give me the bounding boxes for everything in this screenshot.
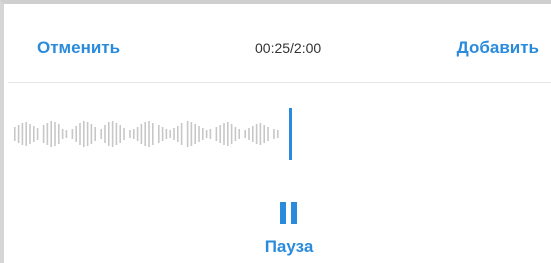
- waveform-bar: [205, 130, 208, 138]
- waveform-bar: [115, 123, 118, 145]
- waveform-bar: [259, 123, 262, 145]
- waveform-bar: [255, 124, 258, 144]
- waveform-bar: [71, 129, 74, 139]
- waveform-bar: [165, 129, 168, 139]
- waveform-bar: [238, 129, 240, 139]
- waveform-bar: [194, 124, 196, 144]
- waveform-bar: [198, 126, 200, 142]
- waveform-bar: [148, 121, 150, 147]
- waveform-bar: [273, 129, 275, 139]
- waveform-bar: [17, 125, 20, 143]
- waveform-bar: [21, 123, 24, 145]
- waveform-bar: [161, 127, 164, 141]
- waveform-bar: [248, 128, 250, 140]
- waveform-bar: [252, 126, 254, 142]
- waveform-bar: [177, 126, 179, 142]
- waveform-bar: [75, 126, 77, 142]
- waveform-bar: [230, 124, 233, 144]
- waveform-bar: [79, 123, 81, 145]
- waveform-bar: [144, 122, 146, 146]
- waveform-bar: [223, 123, 225, 145]
- waveform-bar: [234, 127, 237, 141]
- waveform-bar: [173, 128, 175, 140]
- waveform-bar: [111, 121, 114, 147]
- waveform-bar: [108, 122, 110, 146]
- waveform-bar: [169, 130, 171, 138]
- cancel-button[interactable]: Отменить: [37, 38, 120, 58]
- waveform-bar: [133, 129, 135, 139]
- waveform-bar: [244, 130, 246, 138]
- pause-icon-left: [280, 202, 286, 224]
- waveform-bar: [219, 125, 221, 143]
- waveform-bar: [180, 123, 183, 145]
- waveform-bar: [277, 130, 279, 138]
- waveform-bars: [14, 121, 279, 147]
- waveform-svg: [14, 108, 292, 160]
- waveform-bar: [94, 127, 96, 141]
- recording-timer: 00:25/2:00: [255, 40, 322, 56]
- waveform-bar: [83, 121, 85, 147]
- waveform-bar: [61, 129, 64, 139]
- waveform-bar: [90, 124, 93, 144]
- waveform-bar: [202, 128, 204, 140]
- add-button[interactable]: Добавить: [457, 38, 539, 58]
- waveform-bar: [42, 125, 45, 143]
- waveform-bar: [100, 129, 102, 139]
- waveform-bar: [25, 122, 27, 146]
- waveform: [8, 84, 551, 194]
- waveform-bar: [267, 127, 269, 141]
- waveform-bar: [227, 122, 229, 146]
- waveform-bar: [46, 123, 49, 145]
- waveform-bar: [140, 124, 143, 144]
- waveform-bar: [54, 122, 56, 146]
- waveform-bar: [263, 125, 265, 143]
- pause-button[interactable]: [278, 200, 300, 228]
- waveform-bar: [158, 125, 160, 143]
- waveform-bar: [136, 127, 139, 141]
- waveform-bar: [190, 122, 193, 146]
- waveform-bar: [209, 129, 212, 139]
- waveform-bar: [129, 130, 131, 138]
- waveform-bar: [123, 128, 125, 140]
- waveform-bar: [119, 125, 121, 143]
- waveform-bar: [14, 127, 16, 141]
- waveform-bar: [104, 125, 106, 143]
- waveform-bar: [58, 124, 60, 144]
- waveform-bar: [33, 126, 35, 142]
- waveform-bar: [50, 121, 52, 147]
- recorder-panel: Отменить 00:25/2:00 Добавить Пауза: [0, 0, 551, 263]
- playhead-cursor: [289, 108, 292, 160]
- waveform-bar: [186, 121, 189, 147]
- pause-icon-right: [291, 202, 297, 224]
- waveform-bar: [215, 127, 218, 141]
- waveform-bar: [65, 130, 68, 138]
- waveform-bar: [36, 128, 39, 140]
- recorder-header: Отменить 00:25/2:00 Добавить: [8, 8, 551, 83]
- waveform-bar: [29, 124, 31, 144]
- pause-label: Пауза: [264, 237, 314, 256]
- waveform-bar: [152, 123, 154, 145]
- waveform-bar: [86, 122, 89, 146]
